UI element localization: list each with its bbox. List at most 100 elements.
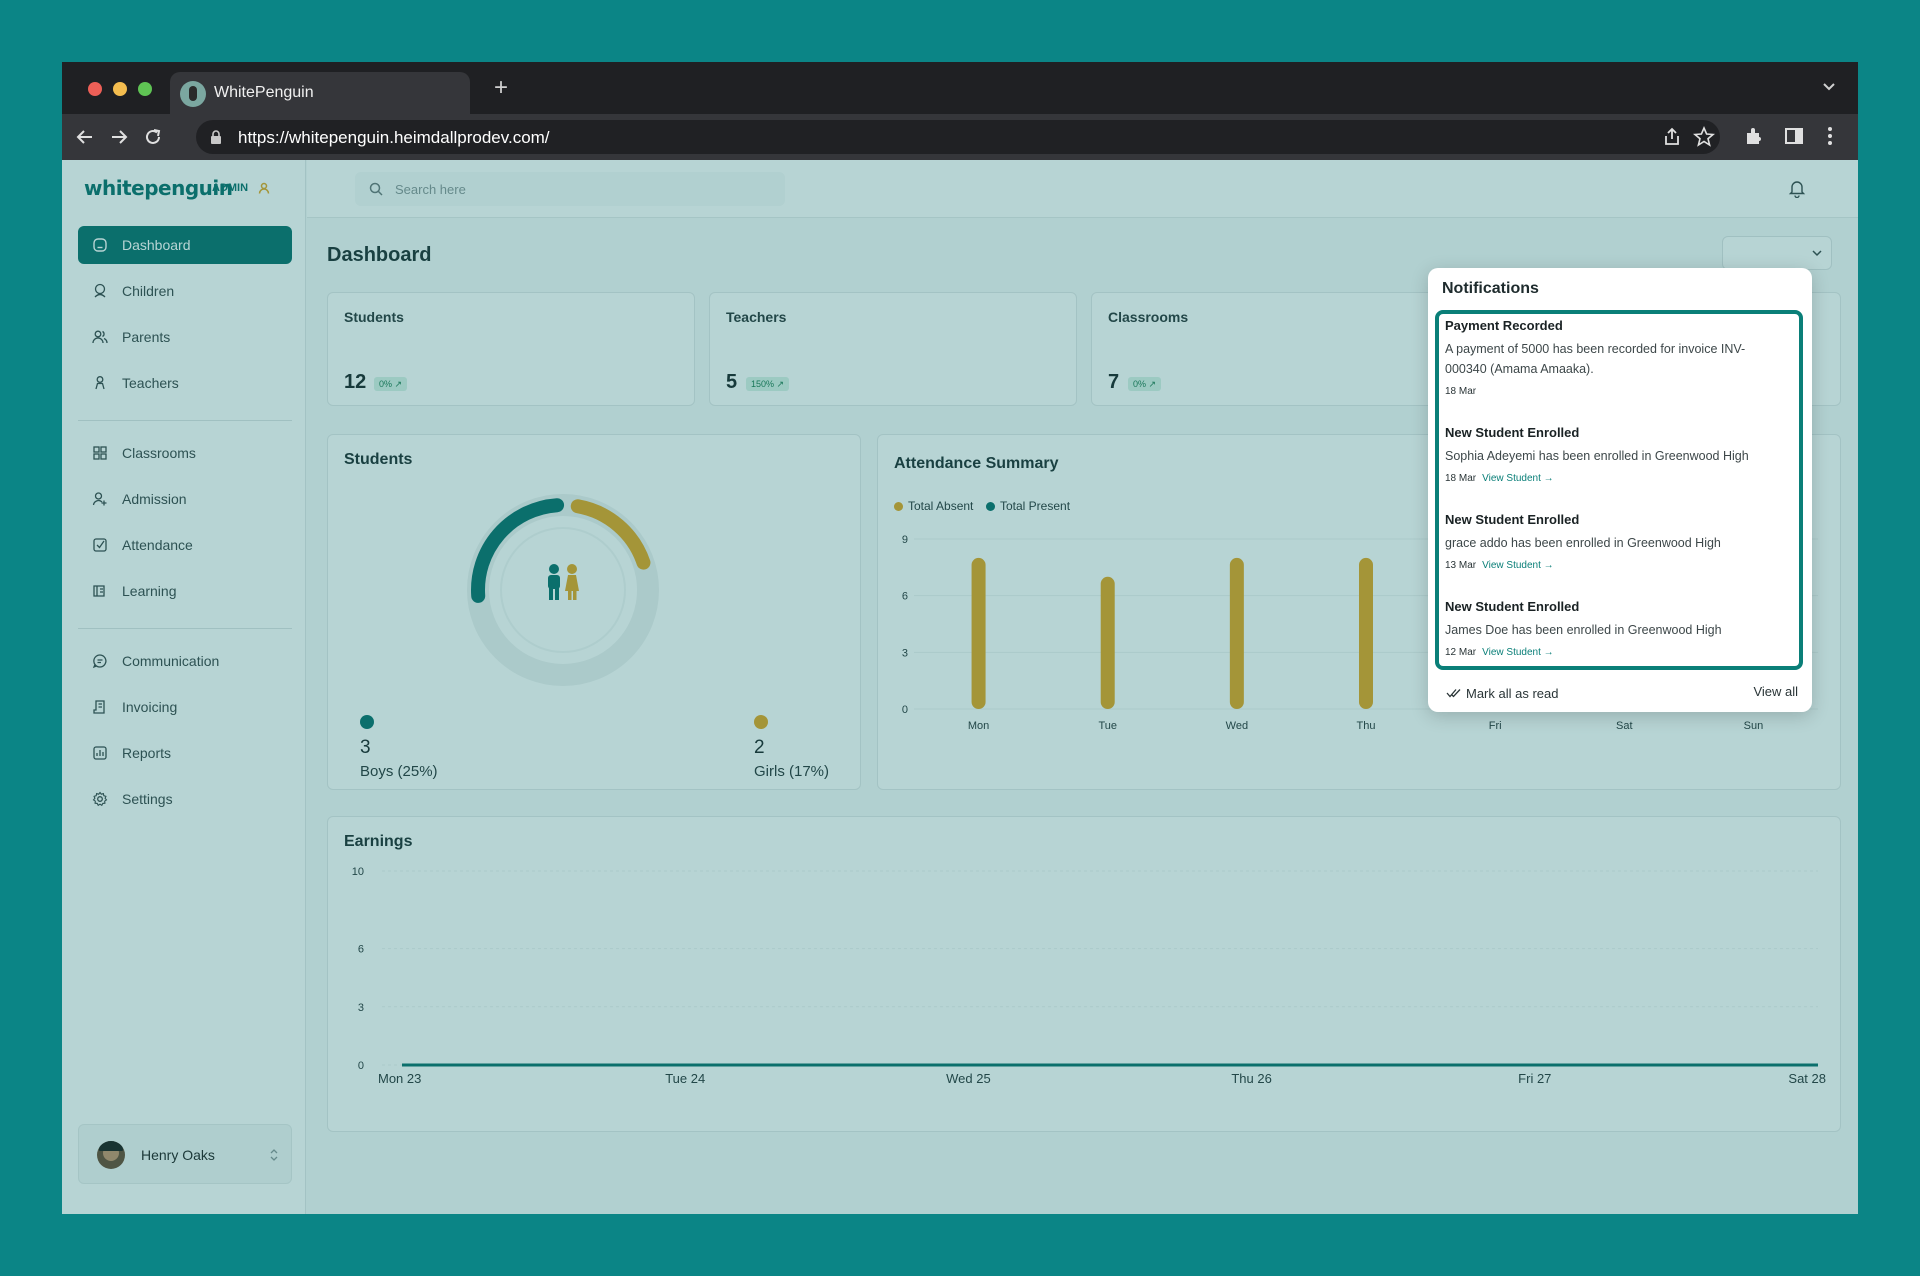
sidebar-item-classrooms[interactable]: Classrooms — [78, 434, 292, 472]
sidebar-item-children[interactable]: Children — [78, 272, 292, 310]
chat-icon — [92, 654, 107, 669]
maximize-window-button[interactable] — [138, 82, 152, 96]
stat-label: Teachers — [726, 309, 787, 325]
notification-date: 13 Mar — [1445, 560, 1477, 571]
legend-present: Total Present — [986, 499, 1070, 513]
search-input[interactable] — [395, 177, 765, 201]
address-bar[interactable]: https://whitepenguin.heimdallprodev.com/ — [196, 120, 1720, 154]
x-tick-label: Tue — [1098, 720, 1117, 732]
girls-dot — [754, 715, 768, 729]
logo[interactable]: whitepenguin — [84, 176, 233, 200]
notification-item[interactable]: New Student Enrolled Sophia Adeyemi has … — [1445, 425, 1785, 484]
back-arrow-icon[interactable] — [72, 124, 98, 150]
sidebar-item-parents[interactable]: Parents — [78, 318, 292, 356]
sidebar-item-label: Dashboard — [122, 237, 191, 253]
notification-item[interactable]: New Student Enrolled James Doe has been … — [1445, 599, 1785, 658]
avatar — [97, 1141, 125, 1169]
chevron-updown-icon — [270, 1149, 278, 1161]
bar-absent — [971, 557, 986, 709]
teacher-icon — [95, 376, 105, 390]
sidebar-item-label: Classrooms — [122, 445, 196, 461]
boys-count: 3 — [360, 737, 371, 758]
sidebar-item-label: Learning — [122, 583, 177, 599]
double-check-icon — [1446, 689, 1461, 698]
donut-inner-ring — [500, 527, 626, 653]
bar-absent — [1359, 557, 1373, 709]
url-text: https://whitepenguin.heimdallprodev.com/ — [238, 128, 550, 147]
sidebar-item-label: Communication — [122, 653, 220, 669]
user-menu[interactable]: Henry Oaks — [78, 1124, 292, 1184]
sidebar-item-learning[interactable]: Learning — [78, 572, 292, 610]
sidebar-item-label: Settings — [122, 791, 173, 807]
y-tick-label: 9 — [902, 534, 908, 546]
gear-icon — [92, 791, 108, 807]
extensions-puzzle-icon[interactable] — [1742, 124, 1766, 148]
notification-item[interactable]: New Student Enrolled grace addo has been… — [1445, 512, 1785, 571]
sidebar-item-teachers[interactable]: Teachers — [78, 364, 292, 402]
mark-all-read-button[interactable]: Mark all as read — [1446, 686, 1558, 701]
sidebar-divider — [78, 628, 292, 629]
bell-icon[interactable] — [1788, 178, 1806, 198]
children-figure-icon — [548, 564, 579, 600]
sidebar-item-admission[interactable]: Admission — [78, 480, 292, 518]
sidebar-item-label: Admission — [122, 491, 187, 507]
tab-strip: WhitePenguin + — [62, 62, 1858, 114]
notification-item[interactable]: Payment Recorded A payment of 5000 has b… — [1445, 318, 1785, 397]
notification-body: grace addo has been enrolled in Greenwoo… — [1445, 536, 1721, 550]
sidebar-item-communication[interactable]: Communication — [78, 642, 292, 680]
sidebar-item-reports[interactable]: Reports — [78, 734, 292, 772]
notifications-panel: Notifications Payment Recorded A payment… — [1428, 268, 1812, 712]
boys-arc — [471, 498, 565, 603]
minimize-window-button[interactable] — [113, 82, 127, 96]
penguin-favicon-icon — [180, 81, 206, 107]
y-tick-label: 0 — [358, 1060, 364, 1072]
admin-user-icon — [258, 182, 270, 194]
x-tick-label: Wed — [1226, 720, 1248, 732]
stat-card-classrooms: Classrooms 7 0% ↗ — [1091, 292, 1459, 406]
sidebar-item-label: Attendance — [122, 537, 193, 553]
chevron-down-icon[interactable] — [1822, 80, 1836, 94]
card-title: Earnings — [344, 833, 413, 850]
sidebar-item-attendance[interactable]: Attendance — [78, 526, 292, 564]
sidebar-item-invoicing[interactable]: Invoicing — [78, 688, 292, 726]
star-icon[interactable] — [1692, 125, 1716, 149]
more-menu-icon[interactable] — [1818, 124, 1842, 148]
notification-meta: 18 Mar — [1445, 386, 1785, 397]
legend-absent: Total Absent — [894, 499, 973, 513]
students-donut-chart — [467, 494, 659, 686]
browser-tab[interactable]: WhitePenguin — [170, 72, 470, 114]
page-title: Dashboard — [327, 244, 432, 266]
notification-title: Payment Recorded — [1445, 318, 1563, 333]
new-tab-button[interactable]: + — [494, 76, 508, 100]
user-name: Henry Oaks — [141, 1147, 215, 1163]
view-all-button[interactable]: View all — [1753, 684, 1798, 699]
bar-absent — [1100, 576, 1115, 709]
trend-badge: 0% ↗ — [374, 377, 408, 391]
x-tick-label: Thu 26 — [1231, 1071, 1271, 1086]
share-icon[interactable] — [1660, 125, 1684, 149]
girls-arc — [570, 499, 651, 570]
home-icon — [93, 238, 107, 252]
sidebar-item-settings[interactable]: Settings — [78, 780, 292, 818]
forward-arrow-icon[interactable] — [106, 124, 132, 150]
browser-toolbar: https://whitepenguin.heimdallprodev.com/ — [62, 114, 1858, 160]
sidebar-item-dashboard[interactable]: Dashboard — [78, 226, 292, 264]
x-tick-label: Sat — [1616, 720, 1633, 732]
lock-icon — [211, 130, 221, 144]
mark-all-read-label: Mark all as read — [1466, 686, 1559, 701]
x-tick-label: Fri — [1489, 720, 1502, 732]
stat-label: Classrooms — [1108, 309, 1189, 325]
view-student-link[interactable]: View Student → — [1482, 560, 1554, 571]
view-student-link[interactable]: View Student → — [1482, 647, 1554, 658]
period-select[interactable] — [1722, 236, 1832, 270]
x-tick-label: Thu — [1357, 720, 1376, 732]
notification-body: A payment of 5000 has been recorded for … — [1445, 342, 1746, 376]
reload-icon[interactable] — [140, 124, 166, 150]
app-root: whitepenguin ADMIN Dashboard Children Pa… — [62, 160, 1858, 1214]
close-window-button[interactable] — [88, 82, 102, 96]
side-panel-icon[interactable] — [1782, 124, 1806, 148]
view-student-link[interactable]: View Student → — [1482, 473, 1554, 484]
x-tick-label: Sat 28 — [1788, 1071, 1826, 1086]
x-tick-label: Tue 24 — [665, 1071, 705, 1086]
report-icon — [93, 746, 107, 760]
